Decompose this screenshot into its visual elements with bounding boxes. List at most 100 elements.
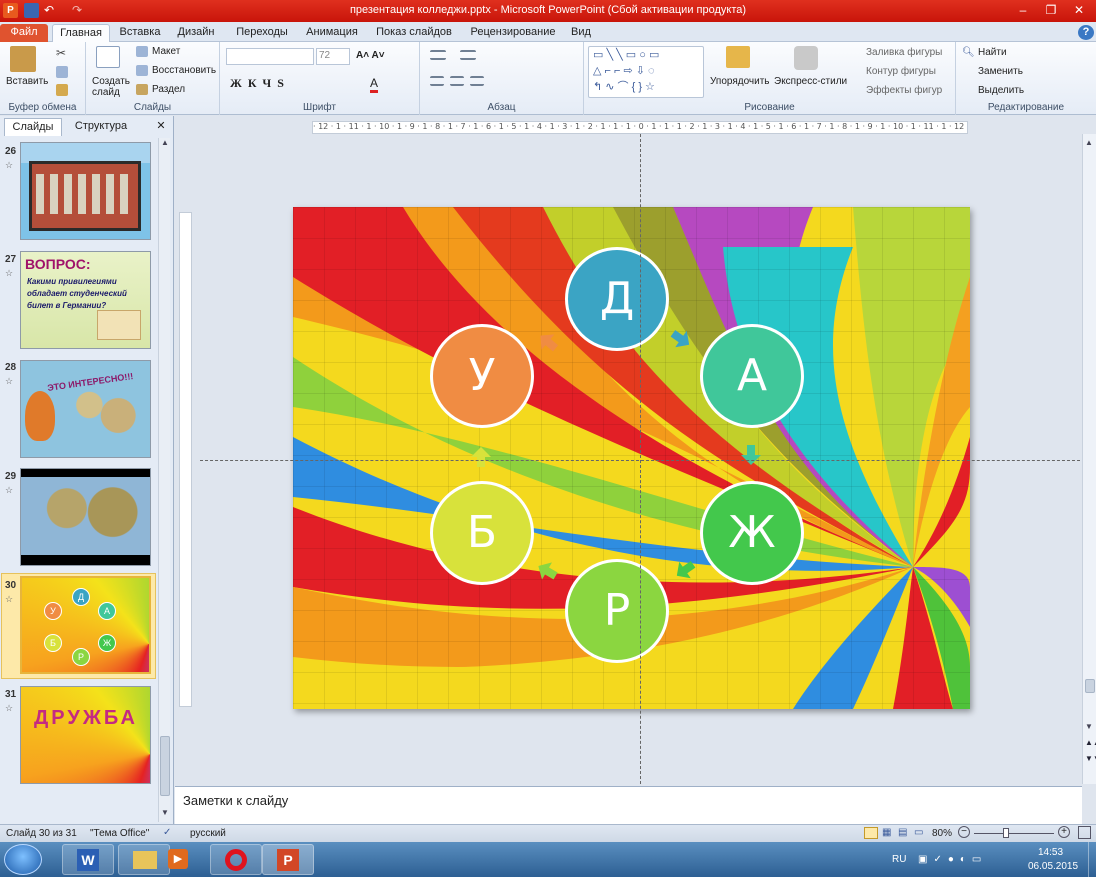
vertical-guide[interactable]	[640, 134, 641, 784]
shape-fill-button[interactable]: Заливка фигуры	[866, 47, 942, 58]
start-button[interactable]	[4, 844, 42, 875]
letter-circle-u[interactable]: У	[430, 324, 534, 428]
scroll-down-icon[interactable]: ▼	[1085, 722, 1093, 731]
quick-styles-icon[interactable]	[794, 46, 818, 70]
quick-styles-button[interactable]: Экспресс-стили	[774, 76, 847, 87]
align-right-icon[interactable]	[470, 76, 484, 86]
scroll-up-icon[interactable]: ▲	[160, 138, 170, 150]
slide-thumbnail-29[interactable]	[20, 468, 151, 566]
slide-thumbnail-26[interactable]	[20, 142, 151, 240]
font-name-combo[interactable]	[226, 48, 314, 65]
view-normal-icon[interactable]	[864, 827, 878, 839]
numbering-icon[interactable]	[460, 50, 476, 60]
new-slide-button[interactable]: Создать слайд	[92, 76, 132, 98]
spellcheck-icon[interactable]: ✓	[163, 827, 171, 838]
clock-time[interactable]: 14:53	[1038, 847, 1063, 858]
find-button[interactable]: Найти	[978, 47, 1007, 58]
slide-thumbnail-27[interactable]: ВОПРОС: Какими привилегиями обладает сту…	[20, 251, 151, 349]
letter-circle-b[interactable]: Б	[430, 481, 534, 585]
zoom-level[interactable]: 80%	[932, 828, 952, 839]
tab-review[interactable]: Рецензирование	[464, 24, 562, 42]
view-reading-icon[interactable]: ▤	[898, 827, 910, 839]
slide-thumbnail-28[interactable]: ЭТО ИНТЕРЕСНО!!!	[20, 360, 151, 458]
paste-button[interactable]: Вставить	[6, 76, 48, 87]
cut-icon[interactable]: ✂	[56, 47, 68, 59]
layout-icon[interactable]	[136, 46, 148, 57]
copy-icon[interactable]	[56, 66, 68, 78]
scroll-thumb[interactable]	[1085, 679, 1095, 693]
slide-canvas[interactable]: Д А Ж Р Б У	[293, 207, 970, 709]
shapes-gallery[interactable]: ▭ ╲ ╲ ▭ ○ ▭ △ ⌐ ⌐ ⇨ ⇩ ◌ ↰ ∿ ⌒ { } ☆	[588, 46, 704, 98]
tab-home[interactable]: Главная	[52, 24, 110, 42]
reset-icon[interactable]	[136, 65, 148, 76]
align-left-icon[interactable]	[430, 76, 444, 86]
tab-transitions[interactable]: Переходы	[230, 24, 294, 42]
shape-outline-button[interactable]: Контур фигуры	[866, 66, 936, 77]
editor-scrollbar[interactable]: ▲ ▼ ▲▲ ▼▼	[1082, 134, 1096, 784]
font-color-icon[interactable]: A	[370, 76, 379, 93]
fit-to-window-icon[interactable]	[1078, 826, 1091, 839]
font-style-buttons[interactable]: ЖКЧS	[230, 76, 290, 91]
taskbar-word-icon[interactable]: W	[62, 844, 114, 875]
tab-file[interactable]: Файл	[0, 24, 48, 42]
reset-button[interactable]: Восстановить	[152, 65, 216, 76]
letter-circle-d[interactable]: Д	[565, 247, 669, 351]
slide-thumbnail-30[interactable]: У Д А Б Р Ж	[20, 576, 151, 674]
letter-circle-zh[interactable]: Ж	[700, 481, 804, 585]
scroll-thumb[interactable]	[160, 736, 170, 796]
minimize-button[interactable]: –	[1010, 1, 1036, 20]
tab-animation[interactable]: Анимация	[300, 24, 364, 42]
tab-outline[interactable]: Структура	[66, 118, 136, 136]
notes-pane[interactable]: Заметки к слайду	[175, 786, 1082, 824]
maximize-button[interactable]: ❐	[1038, 1, 1064, 20]
letter-circle-a[interactable]: А	[700, 324, 804, 428]
prev-slide-icon[interactable]: ▲▲	[1085, 738, 1096, 747]
show-desktop-button[interactable]	[1088, 842, 1096, 877]
zoom-thumb[interactable]	[1003, 828, 1009, 838]
arrange-icon[interactable]	[726, 46, 750, 68]
taskbar-powerpoint-icon[interactable]: P	[262, 844, 314, 875]
new-slide-icon[interactable]	[96, 46, 120, 68]
view-sorter-icon[interactable]: ▦	[882, 827, 894, 839]
view-slideshow-icon[interactable]: ▭	[914, 827, 926, 839]
theme-name[interactable]: "Тема Office"	[90, 828, 149, 839]
bullets-icon[interactable]	[430, 50, 446, 60]
close-panel-button[interactable]: ✕	[154, 118, 168, 136]
help-icon[interactable]: ?	[1078, 25, 1094, 40]
tab-view[interactable]: Вид	[566, 24, 596, 42]
scroll-down-icon[interactable]: ▼	[160, 808, 170, 820]
close-button[interactable]: ✕	[1066, 1, 1092, 20]
notes-placeholder[interactable]: Заметки к слайду	[183, 793, 288, 808]
format-painter-icon[interactable]	[56, 84, 68, 96]
font-size-combo[interactable]: 72	[316, 48, 350, 65]
taskbar-opera-icon[interactable]	[210, 844, 262, 875]
panel-scrollbar[interactable]: ▲ ▼	[158, 138, 170, 822]
letter-circle-r[interactable]: Р	[565, 559, 669, 663]
zoom-in-icon[interactable]: +	[1058, 826, 1070, 838]
font-grow-icon[interactable]: A˄ A˅	[356, 50, 385, 61]
scroll-up-icon[interactable]: ▲	[1085, 138, 1093, 147]
input-language[interactable]: RU	[892, 854, 906, 865]
shape-effects-button[interactable]: Эффекты фигур	[866, 85, 942, 96]
next-slide-icon[interactable]: ▼▼	[1085, 754, 1096, 763]
section-icon[interactable]	[136, 84, 148, 95]
language-indicator[interactable]: русский	[190, 828, 226, 839]
align-center-icon[interactable]	[450, 76, 464, 86]
tab-design[interactable]: Дизайн	[170, 24, 222, 42]
arrange-button[interactable]: Упорядочить	[710, 76, 770, 87]
select-button[interactable]: Выделить	[978, 85, 1024, 96]
slide-thumbnail-31[interactable]: ДРУЖБА	[20, 686, 151, 784]
paste-icon[interactable]	[10, 46, 36, 72]
tab-slideshow[interactable]: Показ слайдов	[372, 24, 456, 42]
tab-slides[interactable]: Слайды	[4, 118, 62, 136]
taskbar-media-icon[interactable]: ▶	[154, 844, 206, 875]
tray-icons[interactable]: ▣✓●◐▭	[918, 854, 1018, 866]
layout-button[interactable]: Макет	[152, 46, 180, 57]
zoom-slider[interactable]	[974, 833, 1054, 834]
tab-insert[interactable]: Вставка	[114, 24, 166, 42]
section-button[interactable]: Раздел	[152, 84, 185, 95]
clock-date[interactable]: 06.05.2015	[1028, 861, 1078, 872]
horizontal-guide[interactable]	[200, 460, 1080, 461]
replace-button[interactable]: Заменить	[978, 66, 1023, 77]
zoom-out-icon[interactable]: −	[958, 826, 970, 838]
